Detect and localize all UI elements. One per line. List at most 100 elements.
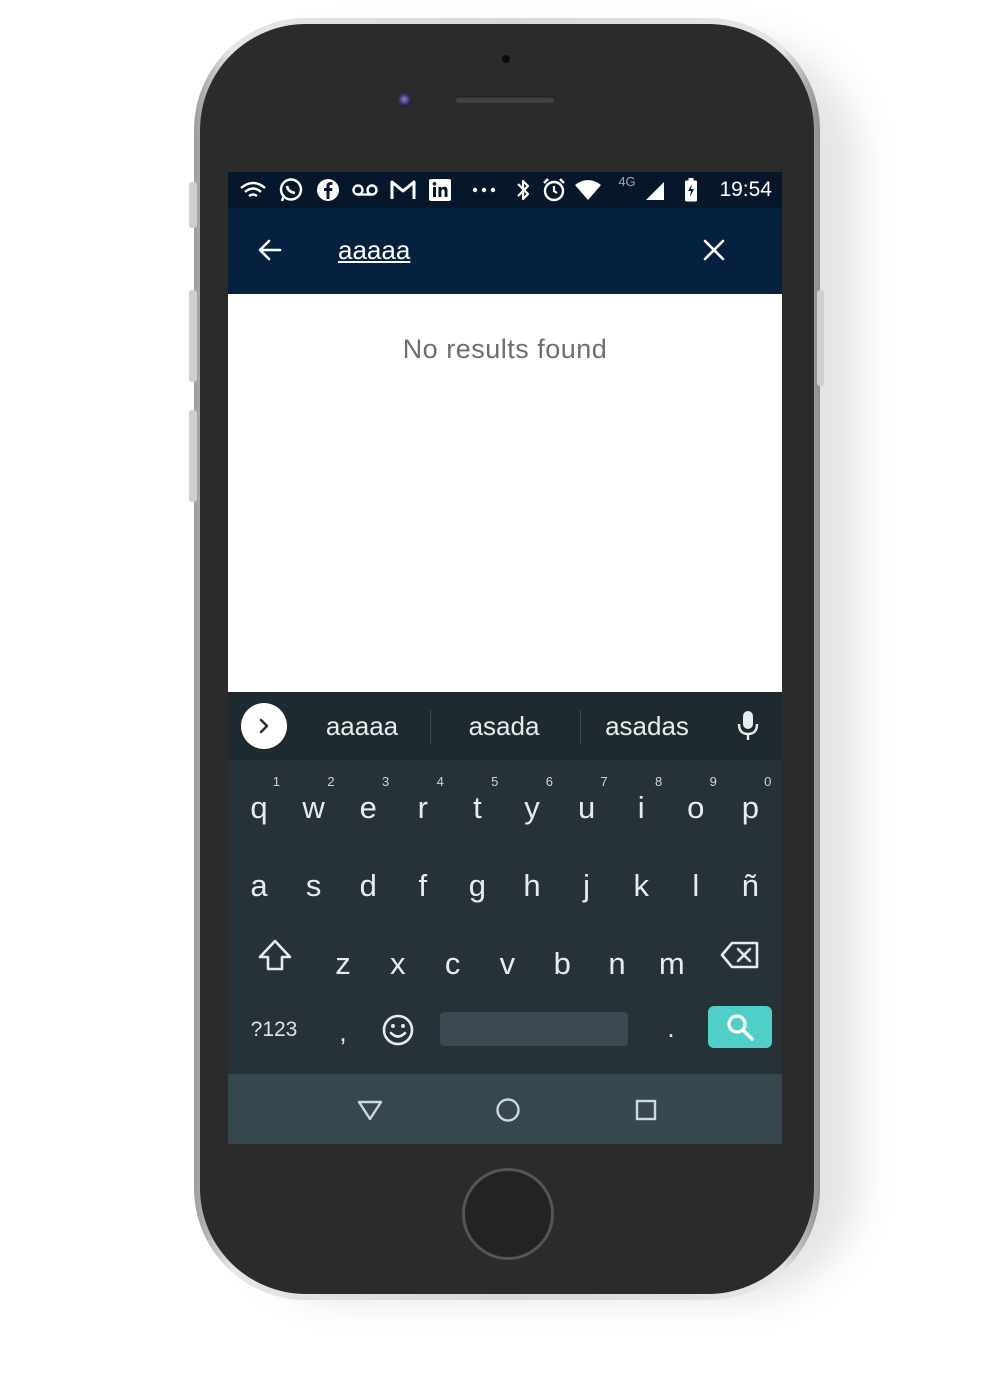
key-number-hint: 0 [764, 774, 772, 789]
key-d[interactable]: d [341, 848, 395, 918]
back-button[interactable] [250, 230, 290, 270]
expand-toolbar-button[interactable] [241, 703, 287, 749]
key-s[interactable]: s [287, 848, 341, 918]
bluetooth-icon [512, 177, 534, 203]
key-i[interactable]: i8 [614, 770, 668, 840]
key-label: y [524, 790, 540, 825]
key-number-hint: 2 [327, 774, 335, 789]
circle-home-icon [496, 1098, 520, 1122]
key-label: ñ [741, 868, 760, 903]
key-t[interactable]: t5 [450, 770, 504, 840]
nav-recents-button[interactable] [628, 1092, 664, 1128]
key-label: q [250, 790, 268, 825]
backspace-key[interactable] [712, 932, 768, 978]
signal-icon [642, 177, 668, 203]
key-l[interactable]: l [669, 848, 723, 918]
suggestion-1[interactable]: aaaaa [302, 708, 422, 744]
emoji-key[interactable] [378, 1008, 418, 1052]
key-label: w [302, 790, 325, 825]
shift-icon [258, 939, 292, 971]
key-number-hint: 5 [491, 774, 499, 789]
status-time: 19:54 [719, 178, 772, 201]
key-label: g [468, 868, 487, 903]
key-m[interactable]: m [645, 926, 699, 996]
soft-keyboard: aaaaa asada asadas q1w2e3r4t5y6u7i8o9p0 … [228, 692, 782, 1074]
status-bar: 4G 19:54 [228, 172, 782, 208]
key-o[interactable]: o9 [669, 770, 723, 840]
key-x[interactable]: x [371, 926, 425, 996]
key-number-hint: 1 [272, 774, 280, 789]
key-k[interactable]: k [614, 848, 668, 918]
period-key[interactable]: . [656, 1006, 686, 1050]
key-v[interactable]: v [480, 926, 534, 996]
key-label: h [523, 868, 541, 903]
system-navigation-bar [228, 1074, 782, 1144]
key-p[interactable]: p0 [723, 770, 777, 840]
volume-down-button [189, 410, 197, 502]
key-y[interactable]: y6 [505, 770, 559, 840]
gmail-icon [388, 177, 418, 203]
key-q[interactable]: q1 [232, 770, 286, 840]
key-label: v [499, 946, 516, 981]
key-r[interactable]: r4 [396, 770, 450, 840]
symbols-key[interactable]: ?123 [238, 1010, 310, 1050]
key-label: i [637, 790, 645, 825]
key-label: j [583, 868, 591, 903]
voice-input-button[interactable] [732, 708, 764, 744]
key-e[interactable]: e3 [341, 770, 395, 840]
key-number-hint: 6 [545, 774, 553, 789]
key-label: d [359, 868, 377, 903]
facebook-icon [314, 177, 342, 203]
key-c[interactable]: c [426, 926, 480, 996]
key-f[interactable]: f [396, 848, 450, 918]
chevron-right-icon [259, 718, 269, 734]
phone-screen: 4G 19:54 No results found aaaaa asada [228, 172, 782, 1144]
key-number-hint: 4 [436, 774, 444, 789]
alarm-icon [540, 177, 568, 203]
key-label: f [418, 868, 428, 903]
suggestion-divider [580, 710, 581, 744]
key-u[interactable]: u7 [560, 770, 614, 840]
home-button[interactable] [462, 1168, 554, 1260]
key-number-hint: 7 [600, 774, 608, 789]
comma-key[interactable]: , [328, 1010, 358, 1054]
search-input[interactable] [338, 232, 668, 268]
key-a[interactable]: a [232, 848, 286, 918]
key-label: x [390, 946, 406, 981]
volume-up-button [189, 290, 197, 382]
space-bar[interactable] [440, 1012, 628, 1046]
key-w[interactable]: w2 [287, 770, 341, 840]
key-label: l [692, 868, 700, 903]
shift-key[interactable] [250, 930, 300, 980]
key-j[interactable]: j [560, 848, 614, 918]
suggestion-2[interactable]: asada [444, 708, 564, 744]
key-n[interactable]: n [590, 926, 644, 996]
key-label: a [250, 868, 268, 903]
key-z[interactable]: z [316, 926, 370, 996]
nav-home-button[interactable] [490, 1092, 526, 1128]
suggestion-divider [430, 710, 431, 744]
key-label: k [633, 868, 649, 903]
clear-search-button[interactable] [694, 230, 734, 270]
whatsapp-icon [276, 177, 306, 203]
key-label: u [577, 790, 596, 825]
more-notifications-icon [470, 177, 498, 203]
nav-back-button[interactable] [352, 1092, 388, 1128]
proximity-sensor [502, 55, 510, 63]
key-label: p [741, 790, 760, 825]
key-ñ[interactable]: ñ [723, 848, 777, 918]
search-action-key[interactable] [708, 1006, 772, 1048]
key-label: n [608, 946, 626, 981]
key-label: c [444, 946, 461, 981]
suggestion-3[interactable]: asadas [588, 708, 706, 744]
key-h[interactable]: h [505, 848, 559, 918]
key-g[interactable]: g [450, 848, 504, 918]
key-b[interactable]: b [535, 926, 589, 996]
backspace-icon [720, 941, 759, 969]
linkedin-icon [426, 177, 454, 203]
search-icon [727, 1014, 754, 1041]
key-label: o [687, 790, 705, 825]
key-label: m [658, 946, 685, 981]
mute-switch [189, 182, 197, 228]
front-camera [398, 93, 412, 107]
